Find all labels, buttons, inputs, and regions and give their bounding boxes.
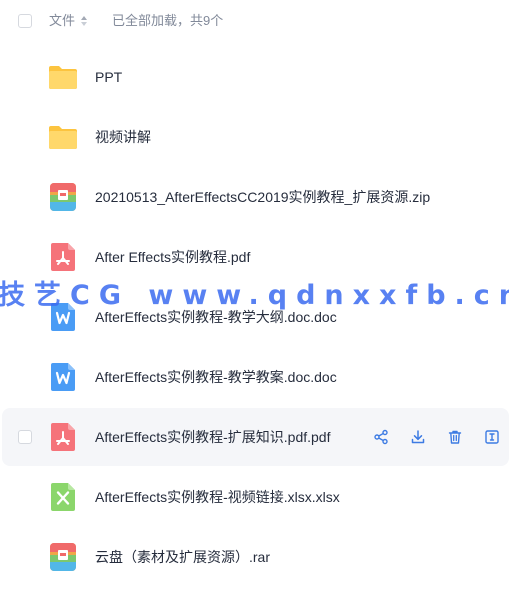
delete-icon[interactable] xyxy=(447,429,463,445)
zip-icon xyxy=(50,183,76,211)
file-name[interactable]: 云盘（素材及扩展资源）.rar xyxy=(95,548,270,566)
sort-icon[interactable] xyxy=(80,14,88,28)
share-icon[interactable] xyxy=(373,429,389,445)
file-row[interactable]: 视频讲解 xyxy=(0,108,509,166)
column-header-filename[interactable]: 文件 xyxy=(49,12,75,30)
folder-icon xyxy=(49,66,77,89)
pdf-icon xyxy=(51,243,75,271)
file-name[interactable]: PPT xyxy=(95,68,122,86)
file-name[interactable]: 视频讲解 xyxy=(95,128,151,146)
file-list-page: 文件 已全部加载，共9个 PPT 视频讲解 20210513_AfterEffe… xyxy=(0,0,509,596)
file-row[interactable]: 云盘（素材及扩展资源）.rar xyxy=(0,528,509,586)
file-name[interactable]: 20210513_AfterEffectsCC2019实例教程_扩展资源.zip xyxy=(95,188,430,206)
watermark-text: 技艺CG www.qdnxxfb.cn xyxy=(0,280,509,311)
folder-icon xyxy=(49,126,77,149)
pdf-icon xyxy=(51,423,75,451)
file-row[interactable]: AfterEffects实例教程-教学教案.doc.doc xyxy=(0,348,509,406)
file-row[interactable]: AfterEffects实例教程-视频链接.xlsx.xlsx xyxy=(0,468,509,526)
file-name[interactable]: AfterEffects实例教程-视频链接.xlsx.xlsx xyxy=(95,488,340,506)
file-row[interactable]: PPT xyxy=(0,48,509,106)
file-name[interactable]: AfterEffects实例教程-扩展知识.pdf.pdf xyxy=(95,428,330,446)
file-name[interactable]: After Effects实例教程.pdf xyxy=(95,248,250,266)
select-all-checkbox[interactable] xyxy=(18,14,32,28)
file-row[interactable]: 20210513_AfterEffectsCC2019实例教程_扩展资源.zip xyxy=(0,168,509,226)
excel-icon xyxy=(51,483,75,511)
rename-icon[interactable] xyxy=(484,429,500,445)
zip-icon xyxy=(50,543,76,571)
word-icon xyxy=(51,363,75,391)
load-status-text: 已全部加载，共9个 xyxy=(112,13,224,28)
download-icon[interactable] xyxy=(410,429,426,445)
row-checkbox[interactable] xyxy=(18,430,32,444)
file-row-hovered[interactable]: AfterEffects实例教程-扩展知识.pdf.pdf xyxy=(2,408,509,466)
file-name[interactable]: AfterEffects实例教程-教学教案.doc.doc xyxy=(95,368,337,386)
file-list-header: 文件 已全部加载，共9个 xyxy=(0,0,509,42)
